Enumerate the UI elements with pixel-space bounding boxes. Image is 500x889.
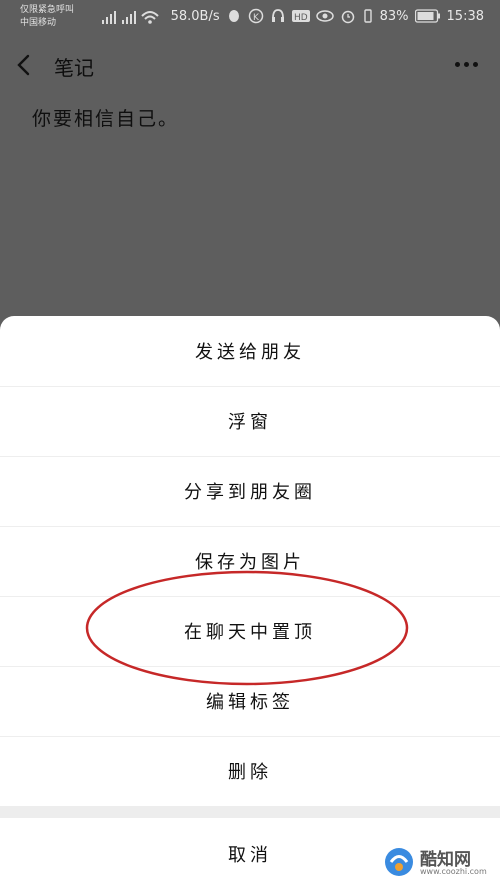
- page-title: 笔记: [54, 56, 94, 80]
- watermark-logo-icon: [385, 848, 413, 876]
- alarm-icon: [341, 10, 354, 24]
- note-content: 你要相信自己。: [32, 108, 180, 130]
- watermark-url: www.coozhi.com: [420, 867, 487, 876]
- status-right: 58.0B/s K HD 83% 15:38: [171, 8, 484, 24]
- svg-text:HD: HD: [294, 13, 308, 23]
- sheet-divider: [0, 806, 500, 818]
- send-to-friend-option[interactable]: 发送给朋友: [0, 316, 500, 387]
- signal-icon: [102, 11, 159, 24]
- battery-icon: [414, 9, 440, 23]
- action-sheet: 发送给朋友 浮窗 分享到朋友圈 保存为图片 在聊天中置顶 编辑标签 删除 取消: [0, 316, 500, 889]
- delete-option[interactable]: 删除: [0, 736, 500, 806]
- qq-icon: [228, 10, 239, 22]
- back-arrow-icon[interactable]: [12, 52, 38, 78]
- floating-window-option[interactable]: 浮窗: [0, 386, 500, 457]
- battery-percent: 83%: [379, 8, 409, 24]
- top-bar: 笔记: [0, 40, 500, 90]
- pin-in-chat-option[interactable]: 在聊天中置顶: [0, 596, 500, 667]
- hd-icon: HD: [291, 10, 310, 23]
- vibrate-icon: [363, 9, 372, 23]
- edit-tags-option[interactable]: 编辑标签: [0, 666, 500, 737]
- carrier-line-1: 仅限紧急呼叫: [20, 5, 75, 15]
- status-bar: 仅限紧急呼叫 中国移动 58.0B/s K HD 83% 15:38: [0, 0, 500, 40]
- eye-icon: [315, 10, 334, 22]
- carrier-line-2: 中国移动: [20, 18, 57, 28]
- clock: 15:38: [446, 8, 484, 24]
- watermark: 酷知网 www.coozhi.com: [380, 843, 490, 883]
- signal-icons: [100, 8, 160, 30]
- headset-icon: [271, 9, 284, 22]
- save-as-image-option[interactable]: 保存为图片: [0, 526, 500, 597]
- k-icon: K: [248, 8, 263, 24]
- share-moments-option[interactable]: 分享到朋友圈: [0, 456, 500, 527]
- more-options-icon[interactable]: [455, 62, 478, 67]
- net-speed: 58.0B/s: [170, 8, 220, 24]
- carrier-info: 仅限紧急呼叫 中国移动: [20, 4, 100, 30]
